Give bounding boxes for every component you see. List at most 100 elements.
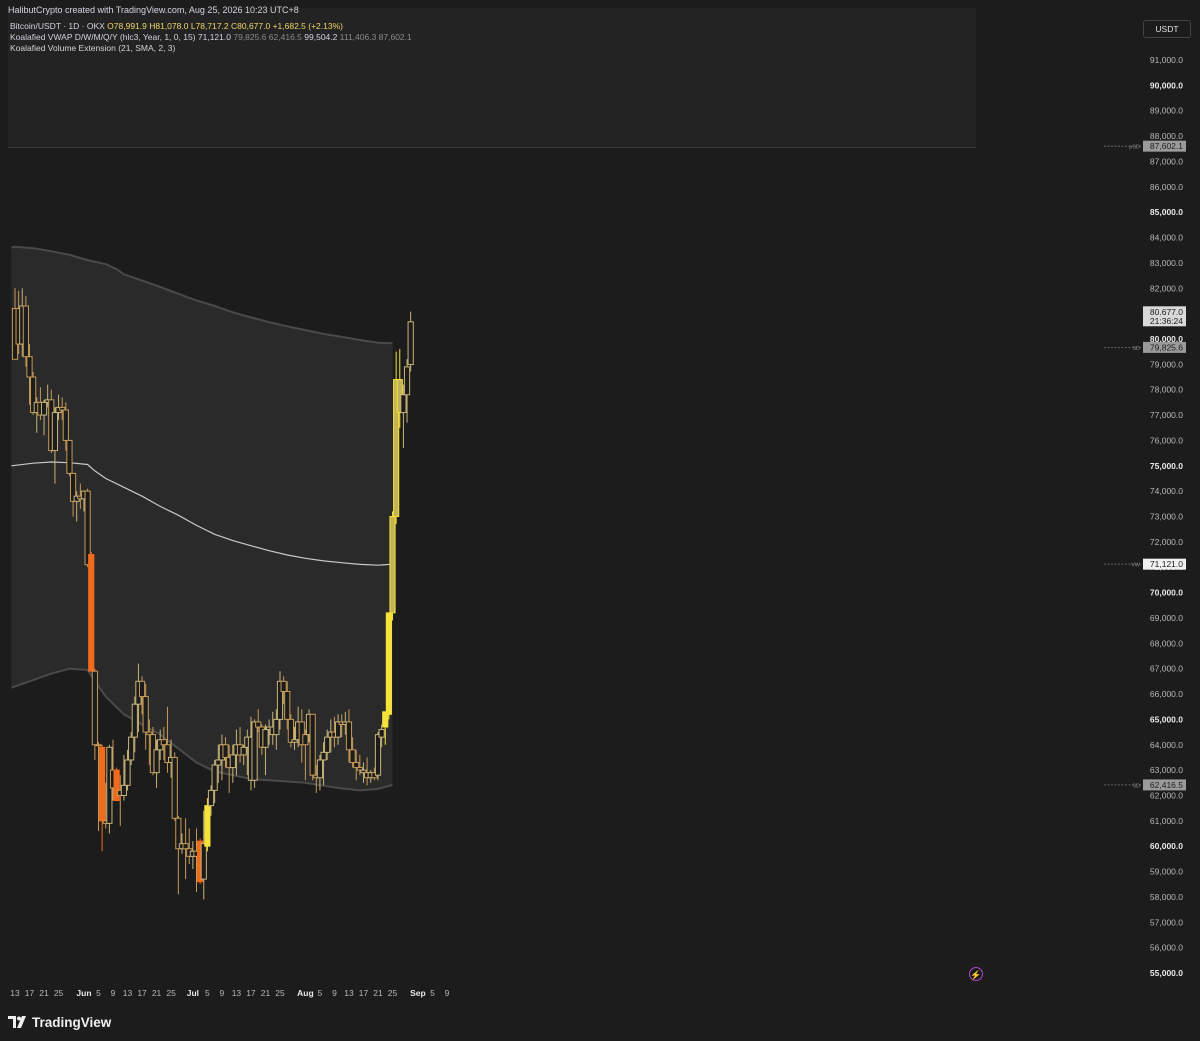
y-tick-label: 55,000.0 <box>1150 968 1183 978</box>
candle-body <box>131 703 138 738</box>
legend-symbol-row: Bitcoin/USDT · 1D · OKX O78,991.9 H81,07… <box>10 21 412 32</box>
y-tick-label: 60,000.0 <box>1150 841 1183 851</box>
legend-volume-row: Koalafied Volume Extension (21, SMA, 2, … <box>10 43 412 54</box>
candle-body <box>160 739 167 746</box>
candle-body <box>22 305 29 358</box>
x-tick-label: 21 <box>261 988 271 998</box>
y-tick-label: 66,000.0 <box>1150 689 1183 699</box>
candle-body <box>385 612 392 715</box>
legend-volume-label[interactable]: Koalafied Volume Extension (21, SMA, 2, … <box>10 43 175 53</box>
candle-body <box>280 680 287 692</box>
candle-body <box>309 713 316 776</box>
lightning-icon[interactable]: ⚡ <box>969 967 983 981</box>
candle-body <box>211 764 218 791</box>
candle-body <box>229 754 236 769</box>
y-tick-label: 74,000.0 <box>1150 486 1183 496</box>
y-tick-label: 58,000.0 <box>1150 892 1183 902</box>
price-chart[interactable]: 91,000.0 90,000.0 89,000.0 88,000.0 87,000.0… <box>0 0 1200 1041</box>
x-tick-label: 17 <box>246 988 256 998</box>
candle-body <box>207 789 215 807</box>
candle-body <box>400 394 407 414</box>
y-tick-label: 59,000.0 <box>1150 867 1183 877</box>
candle-body <box>389 516 396 614</box>
candle <box>171 752 178 821</box>
x-tick-label: 25 <box>275 988 285 998</box>
price-label: 71,121.0 <box>1150 559 1183 569</box>
candle <box>251 719 258 788</box>
x-tick-label: 13 <box>123 988 133 998</box>
y-tick-label: 91,000.0 <box>1150 55 1183 65</box>
price-label-tag: SD <box>1132 346 1140 352</box>
legend-vwap-sd: 79,825.6 62,416.5 <box>233 32 302 42</box>
tradingview-logo[interactable]: TradingView <box>8 1013 111 1031</box>
x-tick-label: 5 <box>205 988 210 998</box>
candle-body <box>66 439 73 474</box>
candle-body <box>378 729 385 738</box>
candle-body <box>200 843 207 880</box>
candle-body <box>26 356 33 378</box>
candle-body <box>407 321 414 366</box>
currency-button[interactable]: USDT <box>1143 20 1191 38</box>
price-label: 21:36:24 <box>1150 316 1183 326</box>
candle-body <box>204 805 211 847</box>
legend-symbol[interactable]: Bitcoin/USDT · 1D · OKX <box>10 21 105 31</box>
price-label: 87,602.1 <box>1150 141 1183 151</box>
candle <box>309 713 316 781</box>
y-tick-label: 62,000.0 <box>1150 790 1183 800</box>
x-tick-label: 13 <box>344 988 354 998</box>
y-tick-label: 86,000.0 <box>1150 182 1183 192</box>
candle-body <box>142 696 149 733</box>
y-tick-label: 61,000.0 <box>1150 816 1183 826</box>
candle-body <box>316 759 324 779</box>
candle-body <box>320 751 327 761</box>
candle-body <box>138 680 146 698</box>
candle-body <box>182 843 189 850</box>
candle-body <box>40 401 48 416</box>
y-tick-label: 69,000.0 <box>1150 613 1183 623</box>
candle <box>389 511 396 621</box>
candle-body <box>255 721 262 728</box>
candle-body <box>345 721 353 751</box>
x-tick-label: 25 <box>388 988 398 998</box>
candle-body <box>95 744 102 747</box>
y-tick-label: 73,000.0 <box>1150 512 1183 522</box>
y-tick-label: 70,000.0 <box>1150 588 1183 598</box>
x-tick-label: 17 <box>25 988 35 998</box>
x-tick-label: 9 <box>445 988 450 998</box>
candle-body <box>113 769 120 802</box>
legend-ohlc: O78,991.9 H81,078.0 L78,717.2 C80,677.0 … <box>107 21 343 31</box>
x-tick-label: 21 <box>152 988 162 998</box>
candle-body <box>99 746 106 822</box>
candle-body <box>251 721 258 781</box>
legend-vwap-label[interactable]: Koalafied VWAP D/W/M/Q/Y (hlc3, Year, 1,… <box>10 32 196 42</box>
y-tick-label: 65,000.0 <box>1150 714 1183 724</box>
x-tick-label: 9 <box>220 988 225 998</box>
candle-body <box>284 690 291 720</box>
x-tick-label: Jun <box>76 988 91 998</box>
x-tick-label: 9 <box>111 988 116 998</box>
brand-name: TradingView <box>32 1014 112 1030</box>
x-tick-label: 25 <box>166 988 176 998</box>
candle-body <box>287 718 294 743</box>
candle-body <box>302 734 309 746</box>
candle-body <box>349 749 356 764</box>
x-tick-label: 13 <box>232 988 242 998</box>
x-tick-label: 5 <box>430 988 435 998</box>
price-label-tag: VW <box>1131 563 1141 569</box>
y-tick-label: 67,000.0 <box>1150 664 1183 674</box>
candle-body <box>262 729 269 748</box>
x-tick-label: 21 <box>39 988 49 998</box>
x-tick-label: 21 <box>373 988 383 998</box>
x-tick-label: Sep <box>410 988 426 998</box>
candle-body <box>215 759 222 766</box>
x-tick-label: 17 <box>359 988 369 998</box>
candle-body <box>120 784 128 796</box>
y-tick-label: 72,000.0 <box>1150 537 1183 547</box>
x-tick-label: 9 <box>332 988 337 998</box>
candle-body <box>84 490 91 566</box>
legend-vwap-row: Koalafied VWAP D/W/M/Q/Y (hlc3, Year, 1,… <box>10 32 412 43</box>
y-tick-label: 82,000.0 <box>1150 283 1183 293</box>
price-label-tag: pSD <box>1129 145 1140 151</box>
candle-body <box>171 756 178 819</box>
candle <box>66 439 73 476</box>
